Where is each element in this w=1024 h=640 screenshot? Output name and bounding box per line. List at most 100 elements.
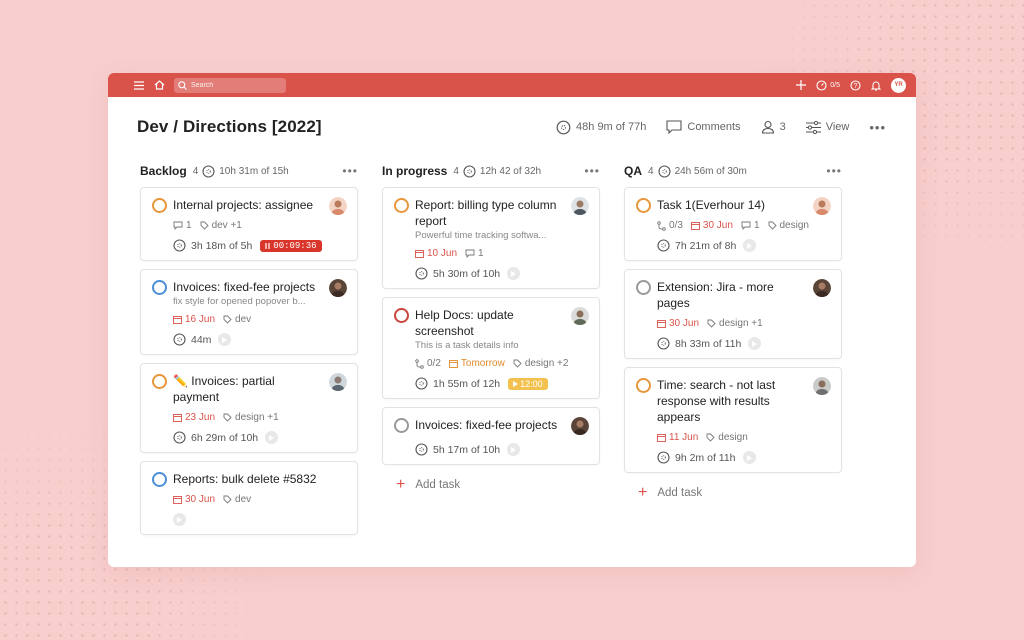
view-label: View [825, 121, 850, 133]
due-date-text: 11 Jun [669, 432, 699, 443]
top-bar: 0/5 ? YR [108, 73, 916, 97]
status-circle-icon[interactable] [636, 378, 651, 393]
subtasks-count: 0/3 [657, 220, 683, 231]
tag-icon [513, 359, 522, 368]
timer-counter[interactable]: 0/5 [816, 79, 840, 91]
play-icon[interactable] [743, 239, 757, 252]
calendar-icon [657, 434, 666, 442]
column-backlog: Backlog 4 10h 31m of 15h ••• Internal pr… [140, 157, 358, 535]
home-icon[interactable] [152, 78, 166, 92]
task-card[interactable]: Time: search - not last response with re… [624, 367, 842, 473]
more-options-icon[interactable]: ••• [869, 120, 886, 135]
tags-text: dev +1 [211, 220, 242, 231]
task-card[interactable]: Invoices: fixed-fee projects 5h 17m of 1… [382, 407, 600, 465]
status-circle-icon[interactable] [152, 280, 167, 295]
task-tags: dev +1 [200, 220, 242, 231]
status-circle-icon[interactable] [394, 308, 409, 323]
comments-count: 1 [741, 220, 760, 231]
bell-icon[interactable] [871, 80, 881, 91]
column-name: QA [624, 164, 642, 178]
task-card[interactable]: Internal projects: assignee 1 dev +1 3h … [140, 187, 358, 261]
play-icon[interactable] [748, 337, 762, 350]
subtask-icon [415, 358, 424, 369]
column-count: 4 [453, 165, 459, 177]
task-title: Invoices: fixed-fee projects [415, 418, 558, 432]
status-circle-icon[interactable] [636, 280, 651, 295]
tags-text: design [779, 220, 809, 231]
task-card[interactable]: Extension: Jira - more pages 30 Jun desi… [624, 269, 842, 359]
column-more-icon[interactable]: ••• [826, 164, 842, 178]
search-icon [178, 80, 187, 90]
due-date: 23 Jun [173, 412, 215, 423]
help-icon[interactable]: ? [850, 79, 861, 91]
column-time: 12h 42 of 32h [479, 165, 542, 177]
play-icon[interactable] [218, 333, 232, 346]
status-circle-icon[interactable] [152, 472, 167, 487]
task-card[interactable]: Task 1(Everhour 14) 0/3 30 Jun 1 design … [624, 187, 842, 261]
sliders-icon [805, 120, 821, 134]
tag-icon [223, 315, 232, 324]
status-circle-icon[interactable] [394, 418, 409, 433]
play-icon[interactable] [173, 513, 186, 526]
task-title: Help Docs: update screenshot [415, 308, 514, 338]
status-circle-icon[interactable] [394, 198, 409, 213]
timer-counter-text: 0/5 [830, 81, 840, 89]
subtasks-text: 0/2 [427, 358, 441, 369]
search-box[interactable] [174, 77, 286, 93]
status-circle-icon[interactable] [152, 198, 167, 213]
search-input[interactable] [191, 81, 281, 89]
kanban-board: Backlog 4 10h 31m of 15h ••• Internal pr… [108, 157, 916, 535]
stopwatch-icon [657, 239, 670, 252]
task-title: ✏️ Invoices: partial payment [173, 374, 275, 404]
tags-text: design +2 [524, 358, 569, 369]
play-icon[interactable] [507, 267, 521, 280]
members-button[interactable]: 3 [761, 120, 786, 134]
column-more-icon[interactable]: ••• [342, 164, 358, 178]
add-task-button[interactable]: + Add task [624, 473, 842, 501]
task-title: Reports: bulk delete #5832 [173, 472, 317, 486]
members-count: 3 [779, 121, 786, 133]
due-date: 16 Jun [173, 314, 215, 325]
column-count: 4 [648, 165, 654, 177]
column-name: In progress [382, 164, 448, 178]
view-button[interactable]: View [805, 120, 850, 134]
task-time: 5h 30m of 10h [433, 267, 501, 280]
column-more-icon[interactable]: ••• [584, 164, 600, 178]
comments-button[interactable]: Comments [666, 120, 741, 134]
running-timer-badge[interactable]: 00:09:36 [260, 239, 322, 252]
column-count: 4 [192, 165, 199, 177]
svg-text:?: ? [854, 83, 858, 90]
user-avatar[interactable]: YR [891, 77, 906, 93]
assignee-avatar [571, 307, 589, 325]
tags-text: design [718, 432, 748, 443]
status-circle-icon[interactable] [152, 374, 167, 389]
tag-icon [706, 433, 715, 442]
hamburger-menu-icon[interactable] [132, 78, 146, 92]
play-icon[interactable] [265, 431, 279, 444]
plus-icon: + [396, 476, 406, 493]
assignee-avatar [329, 197, 347, 215]
task-tags: design +2 [513, 358, 569, 369]
calendar-icon [173, 414, 182, 422]
task-card[interactable]: Help Docs: update screenshot This is a t… [382, 297, 600, 399]
add-task-button[interactable]: + Add task [382, 465, 600, 493]
scheduled-time-badge[interactable]: 12:00 [508, 377, 548, 390]
task-card[interactable]: Reports: bulk delete #5832 30 Jun dev [140, 461, 358, 535]
comments-count-text: 1 [478, 248, 484, 259]
page-header: Dev / Directions [2022] 48h 9m of 77h Co… [108, 97, 916, 157]
project-time-summary[interactable]: 48h 9m of 77h [556, 120, 646, 135]
task-time: 5h 17m of 10h [433, 443, 501, 456]
task-card[interactable]: Report: billing type column report Power… [382, 187, 600, 289]
column-header: Backlog 4 10h 31m of 15h ••• [140, 157, 358, 185]
add-icon[interactable] [796, 80, 807, 90]
due-date: 30 Jun [657, 318, 699, 329]
tags-text: design +1 [235, 412, 279, 423]
play-icon[interactable] [507, 443, 521, 456]
task-card[interactable]: Invoices: fixed-fee projects fix style f… [140, 269, 358, 355]
calendar-icon [657, 320, 666, 328]
project-time-text: 48h 9m of 77h [576, 121, 647, 133]
task-card[interactable]: ✏️ Invoices: partial payment 23 Jun desi… [140, 363, 358, 453]
play-icon[interactable] [742, 451, 756, 464]
task-time: 8h 33m of 11h [675, 337, 742, 350]
status-circle-icon[interactable] [636, 198, 651, 213]
